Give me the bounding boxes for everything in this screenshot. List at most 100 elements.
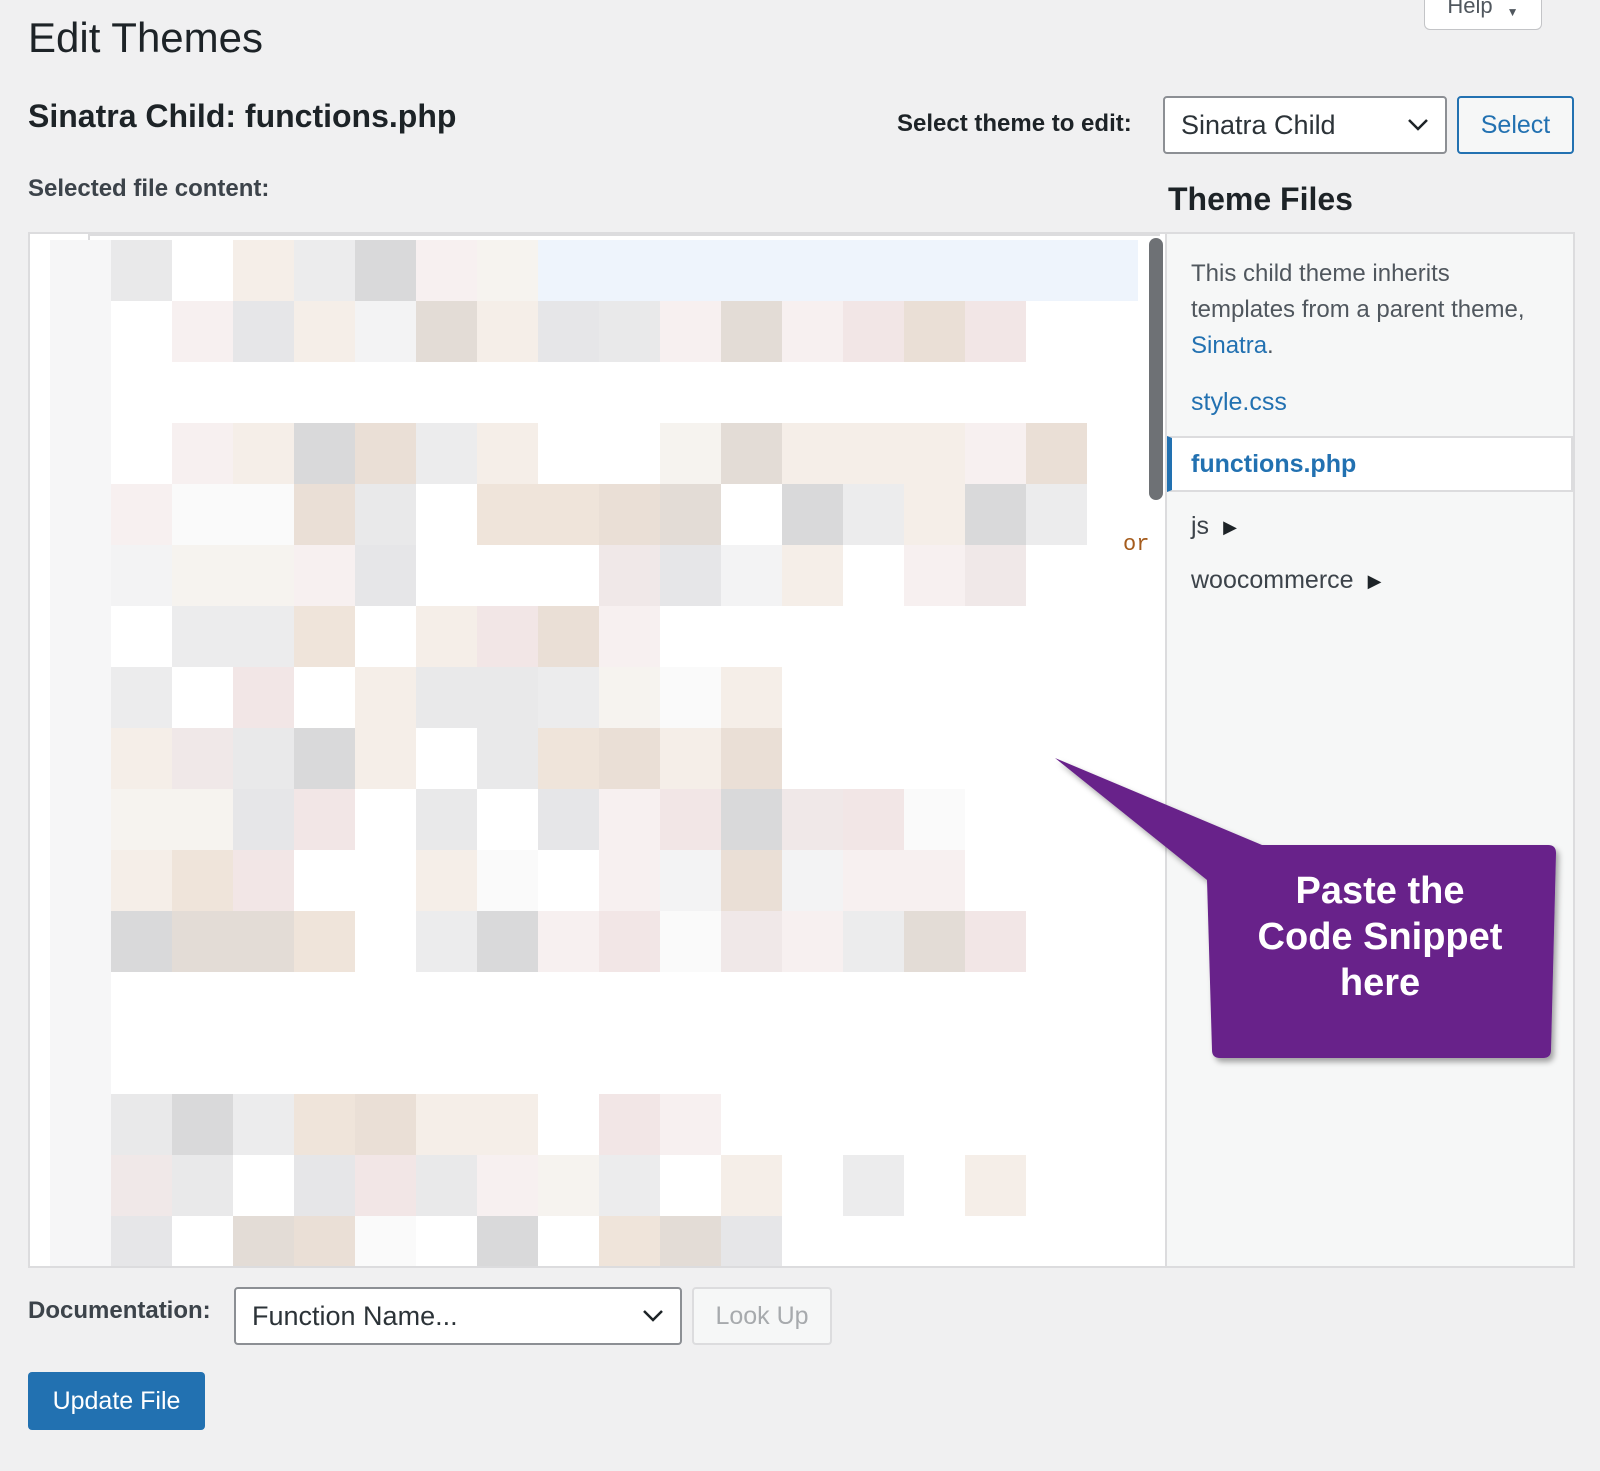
code-pixel <box>111 911 172 972</box>
code-pixel <box>660 850 721 911</box>
code-pixel <box>721 423 782 484</box>
code-pixel <box>294 545 355 606</box>
code-pixel <box>294 911 355 972</box>
code-pixel <box>477 1216 538 1266</box>
function-name-select[interactable]: Function Name... <box>234 1287 682 1345</box>
inherit-note-text: This child theme inherits templates from… <box>1191 260 1525 323</box>
code-pixel <box>111 1094 172 1155</box>
code-pixel <box>782 545 843 606</box>
code-pixel <box>416 301 477 362</box>
code-pixel <box>111 667 172 728</box>
code-pixel <box>660 1094 721 1155</box>
code-pixel <box>843 789 904 850</box>
code-pixel <box>782 789 843 850</box>
code-pixel <box>599 1216 660 1266</box>
code-pixel <box>111 545 172 606</box>
code-pixel <box>233 728 294 789</box>
help-label: Help <box>1447 0 1493 18</box>
code-editor[interactable]: or <box>28 232 1167 1268</box>
code-pixel <box>477 850 538 911</box>
code-pixel <box>355 728 416 789</box>
lookup-button[interactable]: Look Up <box>692 1287 832 1345</box>
code-pixel <box>721 728 782 789</box>
parent-theme-link[interactable]: Sinatra <box>1191 332 1267 359</box>
code-pixel <box>233 667 294 728</box>
help-tab[interactable]: Help ▼ <box>1424 0 1542 30</box>
code-pixel <box>233 484 294 545</box>
code-pixel <box>355 667 416 728</box>
code-pixel <box>721 789 782 850</box>
code-pixel <box>172 850 233 911</box>
inherit-note-end: . <box>1267 332 1274 359</box>
code-pixel <box>416 789 477 850</box>
code-pixel <box>538 606 599 667</box>
code-pixel <box>477 728 538 789</box>
code-pixel <box>233 545 294 606</box>
theme-select[interactable]: Sinatra Child <box>1163 96 1447 154</box>
code-pixel <box>172 484 233 545</box>
code-pixel <box>721 1216 782 1266</box>
code-pixel <box>782 301 843 362</box>
selected-content-label: Selected file content: <box>28 175 270 202</box>
code-pixel <box>294 240 355 301</box>
code-pixel <box>965 545 1026 606</box>
code-pixel <box>477 911 538 972</box>
code-pixel <box>477 606 538 667</box>
update-file-button[interactable]: Update File <box>28 1372 205 1430</box>
code-pixel <box>477 1155 538 1216</box>
gutter-pixel <box>50 972 111 1033</box>
folder-label: woocommerce <box>1191 566 1354 594</box>
code-pixel <box>782 850 843 911</box>
code-pixel <box>660 301 721 362</box>
code-pixel <box>782 423 843 484</box>
code-pixel <box>233 850 294 911</box>
documentation-label: Documentation: <box>28 1297 211 1324</box>
code-pixel <box>111 484 172 545</box>
gutter-pixel <box>50 606 111 667</box>
code-pixel <box>294 789 355 850</box>
code-pixel <box>416 1155 477 1216</box>
code-pixel <box>416 667 477 728</box>
caret-down-icon: ▼ <box>1506 5 1519 19</box>
code-pixel <box>111 240 172 301</box>
folder-item-woocommerce[interactable]: woocommerce ▶ <box>1191 566 1381 595</box>
file-item-label: functions.php <box>1191 449 1357 478</box>
code-pixel <box>904 301 965 362</box>
triangle-right-icon: ▶ <box>1367 570 1382 591</box>
code-pixel <box>599 606 660 667</box>
code-pixel <box>660 728 721 789</box>
file-item-style-css[interactable]: style.css <box>1191 388 1287 417</box>
code-pixel <box>355 545 416 606</box>
code-pixel <box>599 301 660 362</box>
code-pixel <box>172 606 233 667</box>
code-pixel <box>233 911 294 972</box>
code-pixel <box>233 1216 294 1266</box>
code-pixel <box>477 301 538 362</box>
code-pixel <box>599 789 660 850</box>
code-pixel <box>294 728 355 789</box>
code-pixel <box>721 545 782 606</box>
code-pixel <box>294 1094 355 1155</box>
callout-line: here <box>1339 962 1421 1004</box>
inherit-note: This child theme inherits templates from… <box>1191 256 1551 364</box>
code-pixel <box>294 1216 355 1266</box>
code-pixel <box>599 484 660 545</box>
code-pixel <box>721 850 782 911</box>
code-pixel <box>233 1094 294 1155</box>
code-pixel <box>1026 423 1087 484</box>
code-pixel <box>843 301 904 362</box>
code-pixel <box>111 789 172 850</box>
code-pixel <box>599 667 660 728</box>
gutter-pixel <box>50 1216 111 1266</box>
editor-scrollbar[interactable] <box>1149 238 1163 500</box>
code-pixel <box>843 484 904 545</box>
code-fragment: or <box>1123 532 1150 557</box>
code-pixel <box>416 240 477 301</box>
code-pixel <box>355 484 416 545</box>
code-pixel <box>660 423 721 484</box>
callout-line: Paste the <box>1295 870 1465 912</box>
select-button[interactable]: Select <box>1457 96 1574 154</box>
folder-item-js[interactable]: js ▶ <box>1191 512 1237 541</box>
code-pixel <box>721 1155 782 1216</box>
file-item-functions-php[interactable]: functions.php <box>1167 436 1573 492</box>
